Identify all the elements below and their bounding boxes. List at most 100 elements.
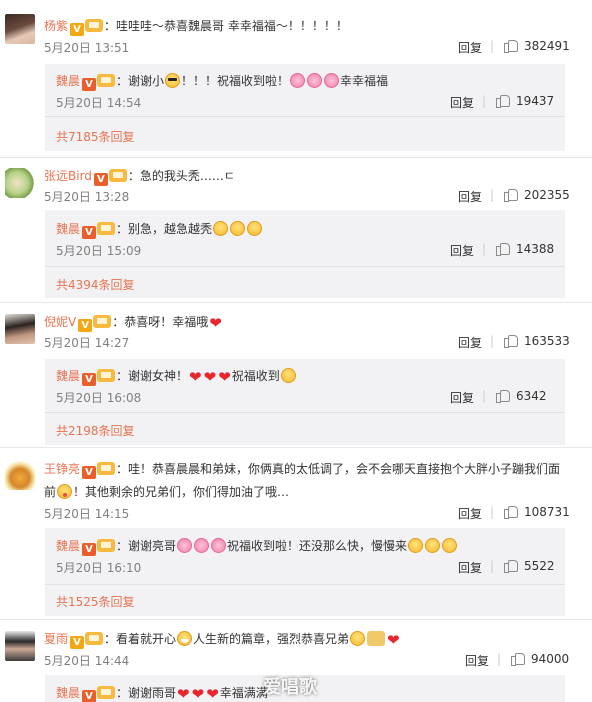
reply-author[interactable]: 魏晨 xyxy=(56,369,80,383)
separator: | xyxy=(490,188,495,202)
smile-face-icon xyxy=(425,538,441,553)
comment-item: 倪妮V V ：恭喜呀！幸福哦❤ 5月20日 14:27 回复 | 163533 魏晨… xyxy=(0,303,592,448)
verified-badge-icon: V xyxy=(82,543,97,556)
like-button[interactable]: 163533 xyxy=(504,334,570,348)
reply-button[interactable]: 回复 xyxy=(458,559,482,576)
heart-icon: ❤ xyxy=(177,685,190,702)
comment-body: 前 ！其他剩余的兄弟们，你们得加油了哦… xyxy=(44,483,289,500)
vip-crown-icon xyxy=(97,74,116,87)
like-button[interactable]: 5522 xyxy=(504,559,555,573)
comment-author[interactable]: 王铮亮 xyxy=(44,462,80,476)
comment-author[interactable]: 张远Bird xyxy=(44,169,92,183)
comment-author[interactable]: 倪妮V xyxy=(44,315,76,329)
reply-body: 魏晨 V ：别急，越急越秃 xyxy=(56,220,263,239)
vip-crown-icon xyxy=(85,19,104,32)
vip-crown-icon xyxy=(97,462,116,475)
reply-button[interactable]: 回复 xyxy=(458,334,482,351)
comment-text: ：哇哇哇～恭喜魏晨哥 幸幸福福～！！！！！ xyxy=(104,19,348,33)
reply-button[interactable]: 回复 xyxy=(458,39,482,56)
smile-face-icon xyxy=(280,368,296,383)
comment-text: 人生新的篇章，强烈恭喜兄弟 xyxy=(193,632,350,646)
reply-text: 幸幸福福 xyxy=(340,74,389,88)
comment-time: 5月20日 14:15 xyxy=(44,507,130,521)
thumbs-up-icon xyxy=(504,39,518,53)
reply-button[interactable]: 回复 xyxy=(458,188,482,205)
comment-item: 张远Bird V ：急的我头秃……ㄷ 5月20日 13:28 回复 | 202355… xyxy=(0,158,592,303)
verified-badge-icon: V xyxy=(70,636,85,649)
reply-author[interactable]: 魏晨 xyxy=(56,686,80,700)
comment-author[interactable]: 夏雨 xyxy=(44,632,68,646)
reply-text: 幸福满满 xyxy=(219,686,268,700)
reply-button[interactable]: 回复 xyxy=(450,94,474,111)
separator: | xyxy=(482,389,487,403)
comment-body: 杨紫 V ：哇哇哇～恭喜魏晨哥 幸幸福福～！！！！！ xyxy=(44,17,348,36)
cheers-icon xyxy=(367,631,386,646)
comment-item: 杨紫 V ：哇哇哇～恭喜魏晨哥 幸幸福福～！！！！！ 5月20日 13:51 回复 … xyxy=(0,0,592,152)
vip-crown-icon xyxy=(97,369,116,382)
avatar[interactable] xyxy=(5,168,35,198)
reply-box: 魏晨 V ：谢谢亮哥 祝福收到啦！还没那么快，慢慢来 5月20日 16:10 回复 |… xyxy=(45,528,565,616)
like-button[interactable]: 202355 xyxy=(504,188,570,202)
reply-button[interactable]: 回复 xyxy=(450,242,474,259)
reply-text: 祝福收到 xyxy=(231,369,280,383)
vip-crown-icon xyxy=(93,315,112,328)
comment-body: 夏雨 V ：看着就开心 人生新的篇章，强烈恭喜兄弟 ❤ xyxy=(44,630,401,649)
like-button[interactable]: 14388 xyxy=(496,242,554,256)
reply-button[interactable]: 回复 xyxy=(458,505,482,522)
reply-time: 5月20日 14:54 xyxy=(56,96,142,110)
like-count: 94000 xyxy=(531,652,570,666)
like-button[interactable]: 382491 xyxy=(504,39,570,53)
avatar[interactable] xyxy=(5,14,35,44)
reply-text: ：谢谢小 xyxy=(116,74,165,88)
reply-author[interactable]: 魏晨 xyxy=(56,222,80,236)
reply-box: 魏晨 V ：谢谢小 ！！！祝福收到啦！ 幸幸福福 5月20日 14:54 回复 | 19… xyxy=(45,64,565,151)
more-replies-link[interactable]: 共7185条回复 xyxy=(56,128,135,145)
vip-crown-icon xyxy=(85,632,104,645)
pig-heart-icon xyxy=(324,73,340,88)
thumbs-up-icon xyxy=(504,188,518,202)
reply-button[interactable]: 回复 xyxy=(450,389,474,406)
pig-heart-icon xyxy=(290,73,306,88)
reply-button[interactable]: 回复 xyxy=(465,652,489,669)
laugh-face-icon xyxy=(177,631,193,646)
emoji-icon xyxy=(350,631,366,646)
more-replies-link[interactable]: 共2198条回复 xyxy=(56,422,135,439)
comment-text: 前 xyxy=(44,485,57,499)
like-count: 202355 xyxy=(524,188,570,202)
comment-item: 王铮亮 V ：哇！恭喜晨晨和弟妹，你俩真的太低调了，会不会哪天直接抱个大胖小子蹦我们… xyxy=(0,448,592,620)
like-count: 6342 xyxy=(516,389,547,403)
thumbs-up-icon xyxy=(496,94,510,108)
reply-author[interactable]: 魏晨 xyxy=(56,539,80,553)
comment-body: 张远Bird V ：急的我头秃……ㄷ xyxy=(44,167,235,186)
like-count: 163533 xyxy=(524,334,570,348)
like-button[interactable]: 6342 xyxy=(496,389,547,403)
like-button[interactable]: 19437 xyxy=(496,94,554,108)
like-button[interactable]: 108731 xyxy=(504,505,570,519)
vip-crown-icon xyxy=(108,169,127,182)
avatar[interactable] xyxy=(5,631,35,661)
more-replies-link[interactable]: 共1525条回复 xyxy=(56,593,135,610)
pig-heart-icon xyxy=(211,538,227,553)
verified-badge-icon: V xyxy=(82,78,97,91)
more-replies-link[interactable]: 共4394条回复 xyxy=(56,276,135,293)
avatar[interactable] xyxy=(5,460,35,490)
like-count: 382491 xyxy=(524,39,570,53)
like-button[interactable]: 94000 xyxy=(511,652,569,666)
reply-body: 魏晨 V ：谢谢小 ！！！祝福收到啦！ 幸幸福福 xyxy=(56,72,388,91)
comment-time: 5月20日 14:44 xyxy=(44,654,130,668)
reply-text: 祝福收到啦！还没那么快，慢慢来 xyxy=(227,539,408,553)
comment-author[interactable]: 杨紫 xyxy=(44,19,68,33)
comment-text: ：看着就开心 xyxy=(104,632,177,646)
like-count: 5522 xyxy=(524,559,555,573)
heart-icon: ❤ xyxy=(203,368,217,386)
reply-author[interactable]: 魏晨 xyxy=(56,74,80,88)
comment-text: ！其他剩余的兄弟们，你们得加油了哦… xyxy=(73,485,290,499)
separator: | xyxy=(482,242,487,256)
pig-heart-icon xyxy=(194,538,210,553)
avatar[interactable] xyxy=(5,314,35,344)
heart-icon: ❤ xyxy=(189,368,202,386)
thumbs-up-icon xyxy=(504,334,518,348)
separator: | xyxy=(490,39,495,53)
heart-icon: ❤ xyxy=(387,631,400,649)
reply-time: 5月20日 16:10 xyxy=(56,561,142,575)
